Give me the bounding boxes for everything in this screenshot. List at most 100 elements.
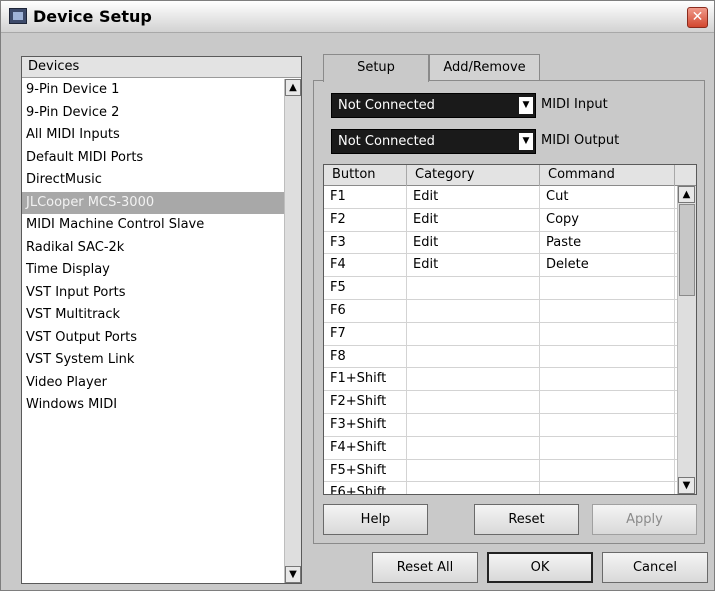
- list-item[interactable]: MIDI Machine Control Slave: [22, 214, 284, 237]
- category-cell[interactable]: [407, 322, 540, 346]
- button-cell[interactable]: F5: [324, 277, 407, 300]
- table-row[interactable]: F5: [324, 277, 677, 300]
- table-row[interactable]: F1 Edit Cut: [324, 186, 677, 209]
- list-item[interactable]: JLCooper MCS-3000: [22, 191, 284, 214]
- command-cell[interactable]: [540, 482, 675, 494]
- table-row[interactable]: F4+Shift: [324, 436, 677, 460]
- table-row[interactable]: F1+Shift: [324, 368, 677, 392]
- list-item[interactable]: Radikal SAC-2k: [22, 237, 284, 260]
- list-item[interactable]: VST System Link: [22, 349, 284, 372]
- category-cell[interactable]: Edit: [407, 186, 540, 209]
- apply-button[interactable]: Apply: [592, 504, 697, 535]
- table-scrollbar[interactable]: ▲ ▼: [677, 186, 696, 494]
- category-cell[interactable]: [407, 413, 540, 437]
- reset-all-button[interactable]: Reset All: [372, 552, 478, 583]
- button-cell[interactable]: F4: [324, 254, 407, 278]
- table-row[interactable]: F8: [324, 345, 677, 369]
- help-button[interactable]: Help: [323, 504, 428, 535]
- table-row[interactable]: F6+Shift: [324, 482, 677, 494]
- scrollbar-thumb[interactable]: [679, 204, 695, 296]
- command-cell[interactable]: [540, 277, 675, 300]
- category-cell[interactable]: Edit: [407, 208, 540, 232]
- button-command-table: Button Category Command F1 Edit Cut F2 Edit C…: [323, 164, 697, 495]
- chevron-down-icon[interactable]: ▼: [519, 133, 533, 150]
- command-cell[interactable]: [540, 413, 675, 437]
- button-cell[interactable]: F6: [324, 299, 407, 323]
- button-cell[interactable]: F5+Shift: [324, 459, 407, 483]
- table-row[interactable]: F2 Edit Copy: [324, 208, 677, 232]
- list-item[interactable]: 9-Pin Device 2: [22, 102, 284, 125]
- table-row[interactable]: F7: [324, 322, 677, 346]
- category-cell[interactable]: [407, 368, 540, 392]
- column-header-button[interactable]: Button: [324, 165, 407, 186]
- command-cell[interactable]: [540, 436, 675, 460]
- button-cell[interactable]: F2: [324, 208, 407, 232]
- list-item[interactable]: 9-Pin Device 1: [22, 79, 284, 102]
- up-arrow-icon[interactable]: ▲: [285, 79, 301, 96]
- tab-add-remove[interactable]: Add/Remove: [429, 54, 540, 80]
- table-row[interactable]: F5+Shift: [324, 459, 677, 483]
- category-cell[interactable]: Edit: [407, 254, 540, 278]
- command-cell[interactable]: [540, 459, 675, 483]
- devices-header: Devices: [22, 57, 301, 78]
- table-row[interactable]: F3+Shift: [324, 413, 677, 437]
- command-cell[interactable]: [540, 368, 675, 392]
- devices-scrollbar[interactable]: ▲ ▼: [284, 79, 301, 583]
- command-cell[interactable]: Delete: [540, 254, 675, 278]
- cancel-button[interactable]: Cancel: [602, 552, 708, 583]
- list-item[interactable]: VST Multitrack: [22, 304, 284, 327]
- button-cell[interactable]: F6+Shift: [324, 482, 407, 494]
- down-arrow-icon[interactable]: ▼: [285, 566, 301, 583]
- table-body: F1 Edit Cut F2 Edit Copy F3 Edit Paste F4 Edit Dele…: [324, 186, 677, 494]
- list-item[interactable]: DirectMusic: [22, 169, 284, 192]
- command-cell[interactable]: Copy: [540, 208, 675, 232]
- command-cell[interactable]: [540, 345, 675, 369]
- command-cell[interactable]: [540, 391, 675, 414]
- down-arrow-icon[interactable]: ▼: [678, 477, 695, 494]
- button-cell[interactable]: F3: [324, 231, 407, 255]
- list-item[interactable]: Default MIDI Ports: [22, 147, 284, 170]
- category-cell[interactable]: [407, 345, 540, 369]
- column-header-command[interactable]: Command: [540, 165, 675, 186]
- category-cell[interactable]: [407, 436, 540, 460]
- button-cell[interactable]: F7: [324, 322, 407, 346]
- list-item[interactable]: Video Player: [22, 372, 284, 395]
- category-cell[interactable]: Edit: [407, 231, 540, 255]
- column-header-category[interactable]: Category: [407, 165, 540, 186]
- category-cell[interactable]: [407, 391, 540, 414]
- list-item[interactable]: VST Output Ports: [22, 327, 284, 350]
- table-row[interactable]: F6: [324, 299, 677, 323]
- chevron-down-icon[interactable]: ▼: [519, 97, 533, 114]
- category-cell[interactable]: [407, 482, 540, 494]
- table-row[interactable]: F3 Edit Paste: [324, 231, 677, 255]
- button-cell[interactable]: F1: [324, 186, 407, 209]
- reset-button[interactable]: Reset: [474, 504, 579, 535]
- list-item[interactable]: Windows MIDI: [22, 394, 284, 417]
- command-cell[interactable]: [540, 322, 675, 346]
- app-icon: [9, 8, 27, 24]
- button-cell[interactable]: F4+Shift: [324, 436, 407, 460]
- list-item[interactable]: Time Display: [22, 259, 284, 282]
- command-cell[interactable]: Cut: [540, 186, 675, 209]
- ok-button[interactable]: OK: [487, 552, 593, 583]
- category-cell[interactable]: [407, 459, 540, 483]
- midi-input-select[interactable]: Not Connected ▼: [331, 93, 536, 118]
- command-cell[interactable]: Paste: [540, 231, 675, 255]
- button-cell[interactable]: F1+Shift: [324, 368, 407, 392]
- button-cell[interactable]: F2+Shift: [324, 391, 407, 414]
- up-arrow-icon[interactable]: ▲: [678, 186, 695, 203]
- button-cell[interactable]: F8: [324, 345, 407, 369]
- table-row[interactable]: F2+Shift: [324, 391, 677, 414]
- button-cell[interactable]: F3+Shift: [324, 413, 407, 437]
- table-row[interactable]: F4 Edit Delete: [324, 254, 677, 278]
- title-bar[interactable]: Device Setup ✕: [1, 1, 714, 33]
- command-cell[interactable]: [540, 299, 675, 323]
- list-item[interactable]: All MIDI Inputs: [22, 124, 284, 147]
- list-item[interactable]: VST Input Ports: [22, 282, 284, 305]
- midi-output-select[interactable]: Not Connected ▼: [331, 129, 536, 154]
- category-cell[interactable]: [407, 299, 540, 323]
- tab-setup[interactable]: Setup: [323, 54, 429, 82]
- close-button[interactable]: ✕: [687, 7, 708, 28]
- category-cell[interactable]: [407, 277, 540, 300]
- device-setup-window: Device Setup ✕ Devices 9-Pin Device 1 9-P…: [0, 0, 715, 591]
